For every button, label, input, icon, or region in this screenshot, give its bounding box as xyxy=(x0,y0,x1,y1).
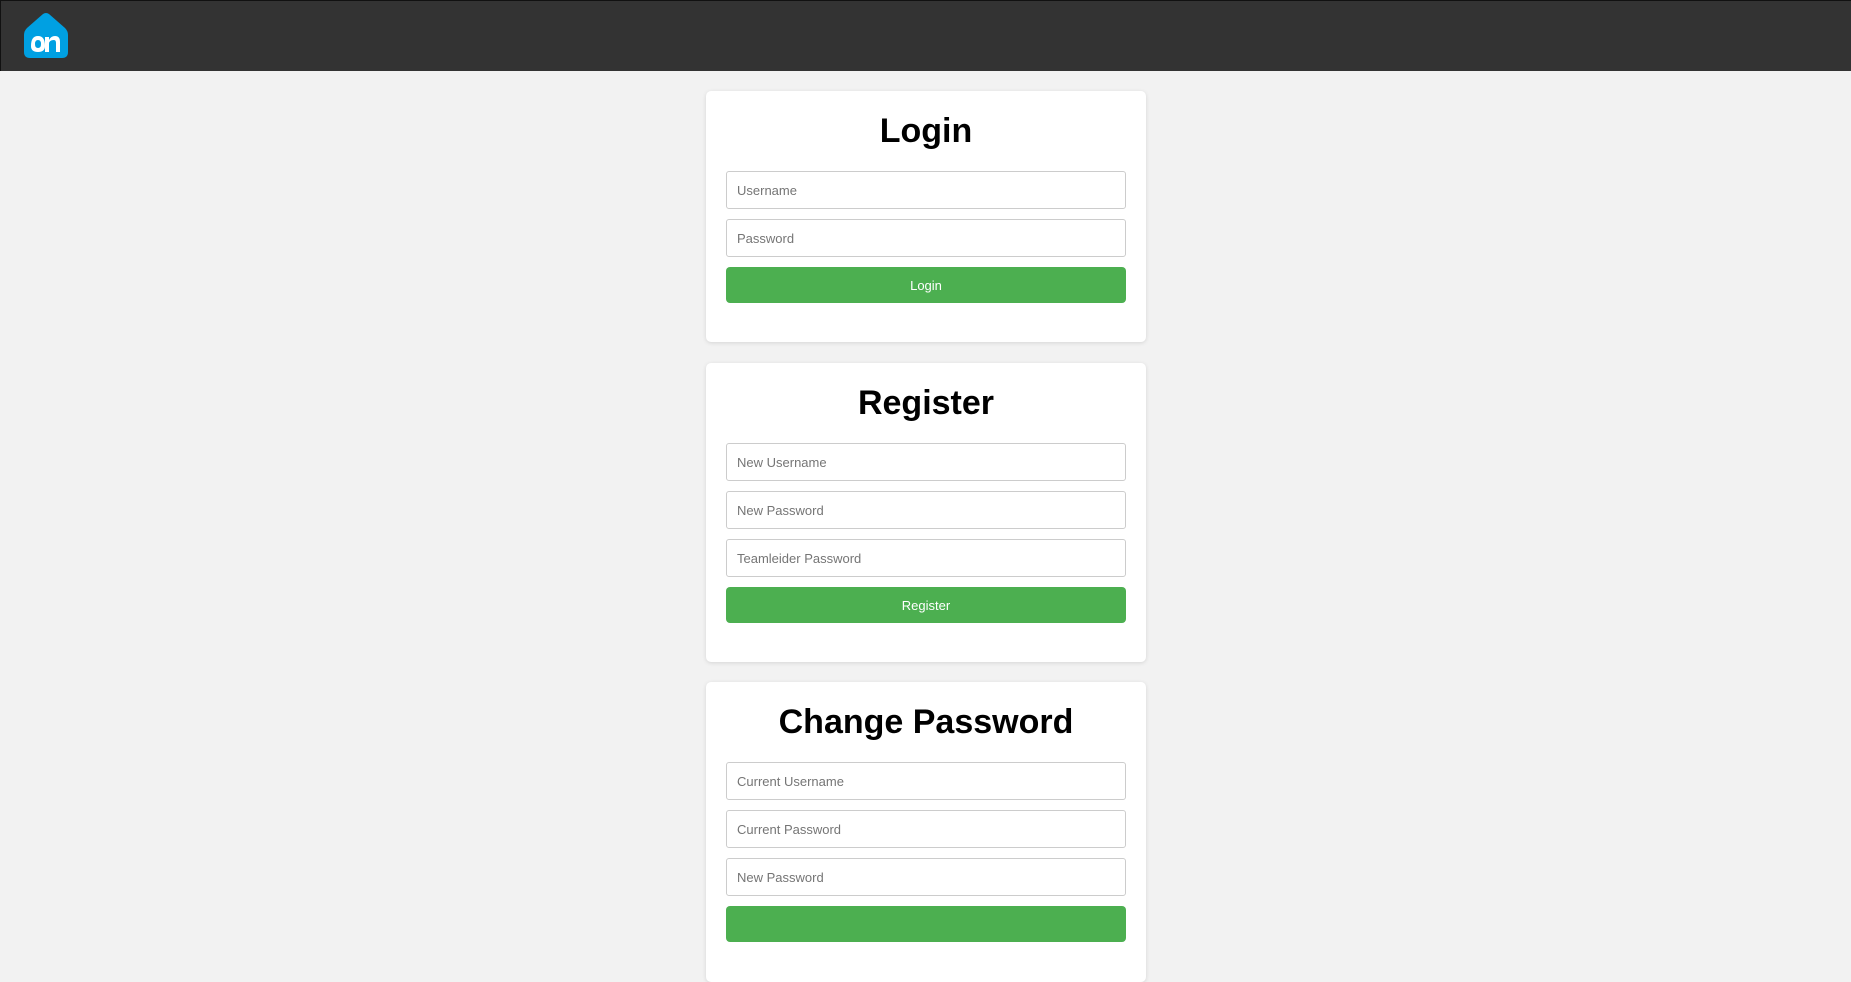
new-password-input[interactable] xyxy=(726,491,1126,529)
top-navigation-bar xyxy=(0,0,1851,71)
login-title: Login xyxy=(879,112,973,150)
change-password-card: Change Password xyxy=(706,682,1146,982)
change-password-title: Change Password xyxy=(778,703,1074,741)
teamleider-password-input[interactable] xyxy=(726,539,1126,577)
current-password-input[interactable] xyxy=(726,810,1126,848)
change-password-button[interactable] xyxy=(726,906,1126,942)
albert-heijn-logo-icon[interactable] xyxy=(23,12,69,60)
register-card: Register Register xyxy=(706,363,1146,662)
username-input[interactable] xyxy=(726,171,1126,209)
current-username-input[interactable] xyxy=(726,762,1126,800)
login-card: Login Login xyxy=(706,91,1146,342)
new-username-input[interactable] xyxy=(726,443,1126,481)
register-button[interactable]: Register xyxy=(726,587,1126,623)
login-button[interactable]: Login xyxy=(726,267,1126,303)
password-input[interactable] xyxy=(726,219,1126,257)
register-title: Register xyxy=(857,384,995,422)
change-new-password-input[interactable] xyxy=(726,858,1126,896)
